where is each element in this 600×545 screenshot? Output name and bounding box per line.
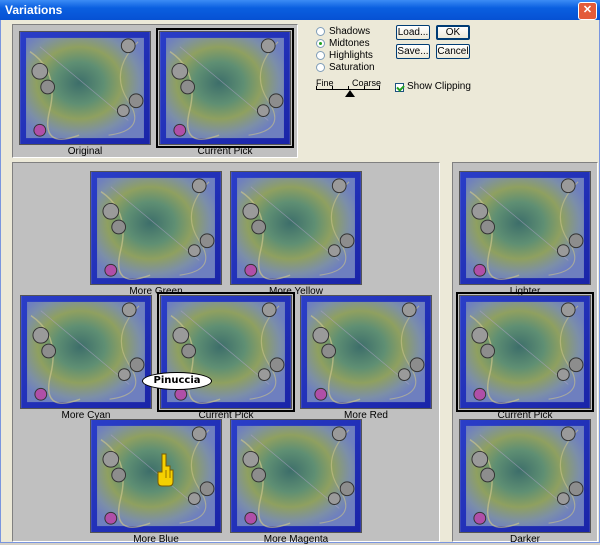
darker-image[interactable] <box>459 419 591 533</box>
radio-midtones[interactable]: Midtones <box>316 37 370 49</box>
cancel-button[interactable]: Cancel <box>436 44 470 59</box>
slider-tick <box>332 86 333 90</box>
show-clipping-checkbox[interactable] <box>395 83 404 92</box>
pointing-hand-icon <box>157 453 174 487</box>
show-clipping-label: Show Clipping <box>407 81 471 92</box>
slider-tick <box>364 86 365 90</box>
title-bar: Variations ✕ <box>0 0 600 20</box>
color-variations-panel: More Green More Yellow More Cyan Current… <box>12 162 440 545</box>
original-image <box>19 31 151 145</box>
side-current-pick-image[interactable] <box>456 292 594 412</box>
lighter-image[interactable] <box>459 171 591 285</box>
slider-tick <box>379 86 380 90</box>
radio-label: Midtones <box>329 37 370 49</box>
preview-panel: Original Current Pick <box>12 24 298 158</box>
current-pick-label: Current Pick <box>197 146 253 157</box>
radio-highlights[interactable]: Highlights <box>316 49 373 61</box>
more-green-image[interactable] <box>90 171 222 285</box>
grid-current-pick-image[interactable] <box>157 292 295 412</box>
more-magenta-image[interactable] <box>230 419 362 533</box>
radio-label: Saturation <box>329 61 375 73</box>
ok-button[interactable]: OK <box>436 25 470 40</box>
brightness-panel: Lighter Current Pick Darker <box>452 162 598 545</box>
radio-indicator[interactable] <box>316 62 325 72</box>
pinuccia-watermark: Pinuccia <box>142 372 212 390</box>
current-pick-image <box>156 28 294 148</box>
slider-tick <box>316 86 317 90</box>
more-yellow-image[interactable] <box>230 171 362 285</box>
radio-indicator[interactable] <box>316 38 325 48</box>
radio-indicator[interactable] <box>316 26 325 36</box>
radio-shadows[interactable]: Shadows <box>316 25 370 37</box>
load-button[interactable]: Load... <box>396 25 430 40</box>
darker-label: Darker <box>509 534 540 545</box>
more-blue-label: More Blue <box>133 534 179 545</box>
more-magenta-label: More Magenta <box>263 534 329 545</box>
fine-coarse-slider[interactable] <box>316 80 382 100</box>
radio-indicator[interactable] <box>316 50 325 60</box>
radio-label: Highlights <box>329 49 373 61</box>
more-red-image[interactable] <box>300 295 432 409</box>
save-button[interactable]: Save... <box>396 44 430 59</box>
more-cyan-image[interactable] <box>20 295 152 409</box>
radio-label: Shadows <box>329 25 371 37</box>
slider-thumb[interactable] <box>345 90 355 97</box>
close-icon[interactable]: ✕ <box>578 2 597 20</box>
original-label: Original <box>67 146 103 157</box>
radio-saturation[interactable]: Saturation <box>316 61 375 73</box>
window-title: Variations <box>5 3 63 17</box>
